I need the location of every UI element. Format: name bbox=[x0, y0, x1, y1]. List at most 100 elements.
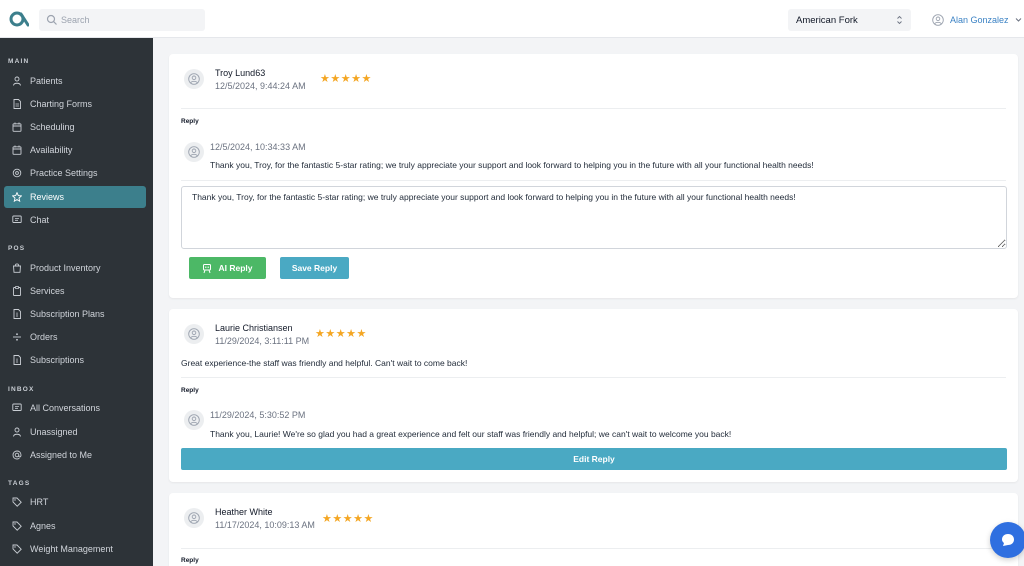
edit-reply-label: Edit Reply bbox=[573, 454, 615, 464]
clipboard-icon bbox=[13, 286, 21, 296]
responder-avatar bbox=[184, 142, 204, 162]
review-date: 12/5/2024, 9:44:24 AM bbox=[215, 81, 306, 91]
reply-label: Reply bbox=[181, 557, 199, 564]
sidebar-item-practice-settings[interactable]: Practice Settings bbox=[4, 162, 146, 184]
sidebar-section-title: POS bbox=[8, 245, 26, 252]
sidebar-item-label: Unassigned bbox=[30, 427, 78, 437]
sidebar-item-weight-management[interactable]: Weight Management bbox=[4, 538, 146, 560]
bag-icon bbox=[13, 263, 21, 273]
sidebar-item-all-conversations[interactable]: All Conversations bbox=[4, 397, 146, 419]
sidebar-item-label: Reviews bbox=[30, 192, 65, 202]
ai-reply-label: AI Reply bbox=[218, 263, 253, 273]
sidebar-item-hrt[interactable]: HRT bbox=[4, 491, 146, 513]
sidebar-section-title: MAIN bbox=[8, 58, 30, 65]
sidebar-item-label: HRT bbox=[30, 497, 49, 507]
star-icon bbox=[12, 192, 22, 202]
reply-date: 11/29/2024, 5:30:52 PM bbox=[210, 410, 306, 420]
chat-bubble-icon bbox=[1002, 534, 1014, 546]
sidebar-item-assigned-to-me[interactable]: Assigned to Me bbox=[4, 444, 146, 466]
search-input[interactable] bbox=[61, 9, 201, 31]
edit-reply-button[interactable]: Edit Reply bbox=[181, 448, 1007, 470]
person-icon bbox=[13, 76, 21, 86]
chat-icon bbox=[12, 403, 22, 411]
reply-date: 12/5/2024, 10:34:33 AM bbox=[210, 142, 306, 152]
sidebar-item-reviews[interactable]: Reviews bbox=[4, 186, 146, 208]
sidebar-item-availability[interactable]: Availability bbox=[4, 139, 146, 161]
review-card: Heather White 11/17/2024, 10:09:13 AM ★★… bbox=[169, 493, 1018, 566]
review-card: Troy Lund63 12/5/2024, 9:44:24 AM ★★★★★ … bbox=[169, 54, 1018, 298]
tag-icon bbox=[12, 497, 22, 507]
reply-text: Thank you, Troy, for the fantastic 5-sta… bbox=[210, 160, 814, 170]
reviewer-name: Heather White bbox=[215, 507, 273, 517]
review-date: 11/17/2024, 10:09:13 AM bbox=[215, 520, 315, 530]
document-dollar-icon bbox=[13, 355, 21, 365]
sidebar-item-label: Assigned to Me bbox=[30, 450, 93, 460]
chevron-down-icon bbox=[1015, 18, 1021, 22]
sidebar-item-services[interactable]: Services bbox=[4, 280, 146, 302]
sidebar: MAIN Patients Charting Forms Scheduling … bbox=[0, 38, 153, 566]
sidebar-item-label: Practice Settings bbox=[30, 168, 98, 178]
tag-icon bbox=[12, 544, 22, 554]
sidebar-item-agnes[interactable]: Agnes bbox=[4, 515, 146, 537]
divider bbox=[181, 108, 1006, 109]
tag-icon bbox=[12, 521, 22, 531]
review-comment: Great experience-the staff was friendly … bbox=[181, 358, 468, 368]
sidebar-item-label: Product Inventory bbox=[30, 263, 101, 273]
search-icon bbox=[46, 14, 57, 25]
reply-label: Reply bbox=[181, 387, 199, 394]
user-avatar-icon bbox=[188, 414, 200, 426]
sidebar-item-label: Chat bbox=[30, 215, 50, 225]
user-menu[interactable]: Alan Gonzalez bbox=[932, 13, 1022, 27]
chat-launcher-button[interactable] bbox=[990, 522, 1024, 558]
calendar-icon bbox=[12, 122, 22, 132]
reply-label: Reply bbox=[181, 118, 199, 125]
user-avatar-icon bbox=[188, 512, 200, 524]
location-select[interactable]: American Fork bbox=[788, 9, 911, 31]
select-caret-icon bbox=[897, 15, 902, 25]
sidebar-item-orders[interactable]: Orders bbox=[4, 326, 146, 348]
divider bbox=[181, 377, 1006, 378]
sidebar-item-chat[interactable]: Chat bbox=[4, 209, 146, 231]
sidebar-item-charting-forms[interactable]: Charting Forms bbox=[4, 93, 146, 115]
robot-icon bbox=[203, 263, 212, 273]
user-avatar-icon bbox=[188, 328, 200, 340]
sidebar-item-label: Availability bbox=[30, 145, 73, 155]
reviewer-name: Troy Lund63 bbox=[215, 68, 266, 78]
user-avatar-icon bbox=[188, 73, 200, 85]
user-avatar-icon bbox=[188, 146, 200, 158]
reviewer-name: Laurie Christiansen bbox=[215, 323, 293, 333]
location-select-value: American Fork bbox=[796, 15, 858, 26]
sidebar-section-title: TAGS bbox=[8, 480, 31, 487]
user-name: Alan Gonzalez bbox=[950, 15, 1009, 25]
save-reply-button[interactable]: Save Reply bbox=[280, 257, 349, 279]
sidebar-item-label: All Conversations bbox=[30, 403, 101, 413]
star-rating: ★★★★★ bbox=[322, 513, 374, 525]
search-box[interactable] bbox=[39, 9, 205, 31]
reply-textarea[interactable]: Thank you, Troy, for the fantastic 5-sta… bbox=[181, 186, 1007, 249]
reviewer-avatar bbox=[184, 324, 204, 344]
divider bbox=[181, 180, 1006, 181]
reviewer-avatar bbox=[184, 508, 204, 528]
reply-text: Thank you, Laurie! We're so glad you had… bbox=[210, 429, 732, 439]
sidebar-item-patients[interactable]: Patients bbox=[4, 70, 146, 92]
app-logo[interactable] bbox=[9, 10, 29, 28]
star-rating: ★★★★★ bbox=[315, 328, 367, 340]
sidebar-item-label: Subscription Plans bbox=[30, 309, 105, 319]
sidebar-item-label: Weight Management bbox=[30, 544, 113, 554]
document-dollar-icon bbox=[13, 309, 21, 319]
sidebar-item-subscription-plans[interactable]: Subscription Plans bbox=[4, 303, 146, 325]
top-bar: American Fork Alan Gonzalez bbox=[0, 0, 1024, 38]
sidebar-item-label: Services bbox=[30, 286, 65, 296]
sidebar-item-label: Orders bbox=[30, 332, 58, 342]
sidebar-item-label: Scheduling bbox=[30, 122, 75, 132]
divide-icon bbox=[13, 333, 21, 341]
sidebar-item-product-inventory[interactable]: Product Inventory bbox=[4, 257, 146, 279]
review-date: 11/29/2024, 3:11:11 PM bbox=[215, 336, 310, 346]
user-avatar-icon bbox=[932, 14, 944, 26]
sidebar-item-unassigned[interactable]: Unassigned bbox=[4, 421, 146, 443]
ai-reply-button[interactable]: AI Reply bbox=[189, 257, 266, 279]
sidebar-item-label: Patients bbox=[30, 76, 63, 86]
divider bbox=[181, 548, 1006, 549]
sidebar-item-subscriptions[interactable]: Subscriptions bbox=[4, 349, 146, 371]
sidebar-item-scheduling[interactable]: Scheduling bbox=[4, 116, 146, 138]
